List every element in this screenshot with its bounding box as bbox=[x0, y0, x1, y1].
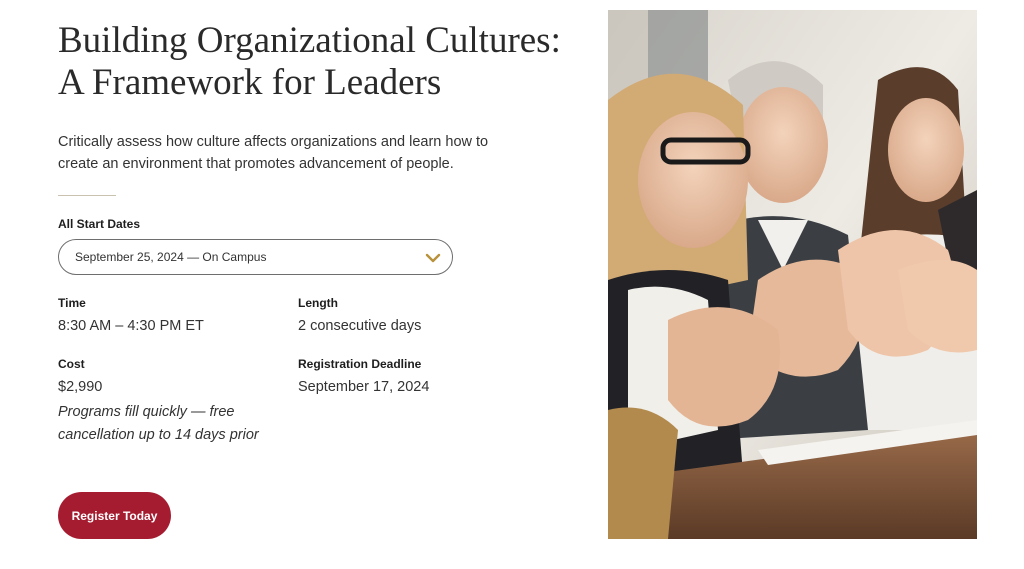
hero-photo bbox=[608, 10, 977, 539]
cancellation-note: Programs fill quickly — free cancellatio… bbox=[58, 404, 259, 443]
deadline-value: September 17, 2024 bbox=[298, 379, 430, 395]
page-title: Building Organizational Cultures: A Fram… bbox=[58, 20, 598, 104]
time-label: Time bbox=[58, 296, 86, 310]
length-label: Length bbox=[298, 296, 338, 310]
start-date-select[interactable]: September 25, 2024 — On Campus bbox=[58, 239, 453, 275]
time-value: 8:30 AM – 4:30 PM ET bbox=[58, 318, 204, 334]
title-line-1: Building Organizational Cultures: bbox=[58, 20, 561, 61]
chevron-down-icon bbox=[425, 253, 441, 263]
audience-applauding-image bbox=[608, 10, 977, 539]
course-description: Critically assess how culture affects or… bbox=[58, 134, 489, 172]
deadline-label: Registration Deadline bbox=[298, 357, 422, 371]
length-value: 2 consecutive days bbox=[298, 318, 422, 334]
divider bbox=[58, 195, 116, 196]
cost-value: $2,990 bbox=[58, 379, 103, 395]
register-button[interactable]: Register Today bbox=[58, 492, 171, 539]
cost-label: Cost bbox=[58, 357, 85, 371]
start-dates-label: All Start Dates bbox=[58, 217, 141, 231]
selected-date: September 25, 2024 — On Campus bbox=[75, 250, 267, 264]
title-line-2: A Framework for Leaders bbox=[58, 62, 442, 103]
